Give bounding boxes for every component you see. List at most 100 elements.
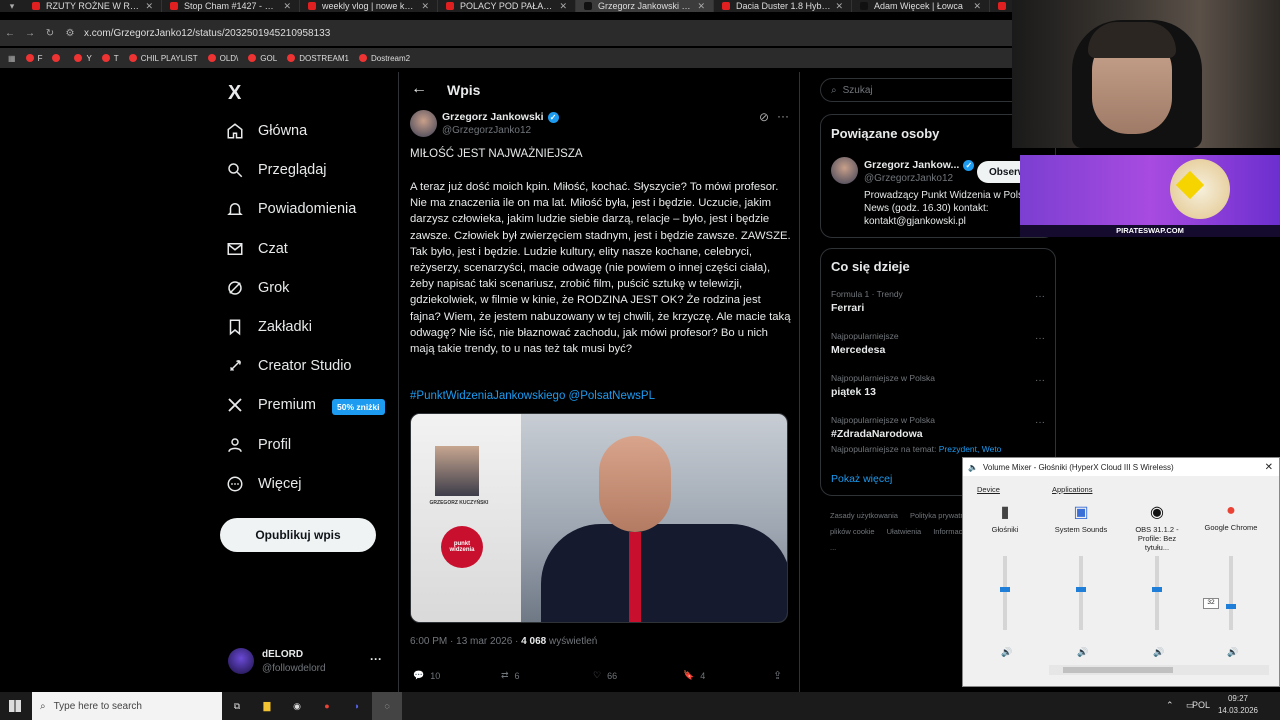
- bookmark-item[interactable]: T: [101, 54, 119, 63]
- tab-close-icon[interactable]: ✕: [145, 1, 153, 12]
- trend-more-icon[interactable]: ···: [1035, 291, 1045, 302]
- taskbar-search-placeholder[interactable]: Type here to search: [54, 701, 142, 712]
- tab-search-icon[interactable]: ▾: [0, 1, 24, 12]
- trend-more-icon[interactable]: ···: [1035, 375, 1045, 386]
- bookmark-action[interactable]: 🔖 4: [683, 670, 705, 681]
- file-explorer-icon[interactable]: ▇: [252, 692, 282, 720]
- browser-tab[interactable]: POLACY POD PAŁACEM! ✕: [438, 0, 576, 12]
- url-field[interactable]: x.com/GrzegorzJanko12/status/20325019452…: [84, 28, 330, 39]
- taskbar-search[interactable]: ⌕ Type here to search: [32, 692, 222, 720]
- related-name-row[interactable]: Grzegorz Jankow... ✓: [864, 159, 975, 171]
- back-arrow-icon[interactable]: ←: [411, 80, 427, 98]
- trend-item[interactable]: Najpopularniejsze w Polska #ZdradaNarodow…: [831, 415, 1047, 454]
- grok-explain-icon[interactable]: ⊘: [759, 110, 769, 124]
- mute-speaker-icon[interactable]: 🔊: [1077, 647, 1088, 658]
- account-avatar[interactable]: [228, 648, 254, 674]
- bookmark-item[interactable]: DOSTREAM1: [287, 54, 349, 63]
- nav-item-4[interactable]: Grok: [226, 279, 289, 297]
- forward-icon[interactable]: →: [20, 28, 40, 39]
- browser-tab[interactable]: Stop Cham #1427 - Niebezpieczne ✕: [162, 0, 300, 12]
- mixer-scrollbar[interactable]: [1049, 665, 1269, 675]
- trend-name[interactable]: Ferrari: [831, 302, 1047, 314]
- trend-item[interactable]: Najpopularniejsze Mercedesa ···: [831, 331, 1047, 356]
- post-more-icon[interactable]: ···: [777, 109, 789, 123]
- scrollbar-thumb[interactable]: [1063, 667, 1173, 673]
- task-view-icon[interactable]: ⧉: [222, 692, 252, 720]
- discord-icon[interactable]: ◗: [342, 692, 372, 720]
- account-more-icon[interactable]: ···: [370, 652, 382, 666]
- related-name[interactable]: Grzegorz Jankow...: [864, 159, 959, 171]
- tray-chevron-icon[interactable]: ⌃: [1166, 700, 1174, 711]
- bookmark-item[interactable]: Dostream2: [358, 54, 410, 63]
- bookmark-item[interactable]: CHIL PLAYLIST: [128, 54, 198, 63]
- tray-date[interactable]: 14.03.2026: [1208, 706, 1268, 715]
- nav-item-3[interactable]: Czat: [226, 240, 288, 258]
- volume-slider-thumb[interactable]: [1226, 604, 1236, 609]
- back-icon[interactable]: ←: [0, 28, 20, 39]
- mute-speaker-icon[interactable]: 🔊: [1153, 647, 1164, 658]
- reply-action[interactable]: 💬 10: [413, 670, 440, 681]
- nav-item-8[interactable]: Profil: [226, 436, 291, 454]
- nav-item-7[interactable]: Premium: [226, 396, 316, 414]
- site-info-icon[interactable]: ⚙: [60, 28, 80, 39]
- post-hashtags[interactable]: #PunktWidzeniaJankowskiego @PolsatNewsPL: [410, 390, 655, 402]
- footer-link[interactable]: Ułatwienia: [887, 527, 922, 536]
- nav-item-2[interactable]: Powiadomienia: [226, 200, 356, 218]
- nav-item-5[interactable]: Zakładki: [226, 318, 312, 336]
- post-button[interactable]: Opublikuj wpis: [220, 518, 376, 552]
- footer-link[interactable]: Zasady użytkowania: [830, 511, 898, 520]
- chrome-icon[interactable]: ●: [312, 692, 342, 720]
- close-icon[interactable]: ✕: [1265, 462, 1273, 473]
- volume-slider[interactable]: [1000, 556, 1010, 630]
- tab-close-icon[interactable]: ✕: [835, 1, 843, 12]
- browser-tab[interactable]: weekly vlog | nowe książki ✕: [300, 0, 438, 12]
- trend-item[interactable]: Najpopularniejsze w Polska piątek 13 ···: [831, 373, 1047, 398]
- trend-name[interactable]: #ZdradaNarodowa: [831, 428, 1047, 440]
- tab-close-icon[interactable]: ✕: [697, 1, 705, 12]
- author-handle[interactable]: @GrzegorzJanko12: [442, 125, 531, 136]
- share-icon[interactable]: ⇪: [773, 669, 782, 682]
- post-video[interactable]: GRZEGORZ KUCZYŃSKI punkt widzenia: [410, 413, 788, 623]
- trend-extra-links[interactable]: Prezydent, Weto: [939, 444, 1002, 454]
- tray-time[interactable]: 09:27: [1208, 694, 1268, 703]
- tab-close-icon[interactable]: ✕: [283, 1, 291, 12]
- author-name[interactable]: Grzegorz Jankowski: [442, 111, 544, 123]
- related-avatar[interactable]: [831, 157, 858, 184]
- volume-slider[interactable]: [1076, 556, 1086, 630]
- tab-close-icon[interactable]: ✕: [973, 1, 981, 12]
- show-more-link[interactable]: Pokaż więcej: [831, 473, 892, 485]
- volume-slider-thumb[interactable]: [1152, 587, 1162, 592]
- reload-icon[interactable]: ↻: [40, 28, 60, 39]
- bookmark-item[interactable]: [52, 54, 64, 62]
- nav-item-1[interactable]: Przeglądaj: [226, 161, 327, 179]
- volume-slider[interactable]: [1152, 556, 1162, 630]
- browser-tab[interactable]: Adam Więcek | Łowca ✕: [852, 0, 990, 12]
- mute-speaker-icon[interactable]: 🔊: [1227, 647, 1238, 658]
- obs-icon[interactable]: ◉: [282, 692, 312, 720]
- x-logo[interactable]: X: [228, 82, 241, 105]
- nav-item-0[interactable]: Główna: [226, 122, 307, 140]
- volume-slider-thumb[interactable]: [1076, 587, 1086, 592]
- repost-action[interactable]: ⇄ 6: [501, 670, 520, 681]
- bookmark-item[interactable]: GOL: [248, 54, 277, 63]
- browser-tab[interactable]: Dacia Duster 1.8 Hybrid ✕: [714, 0, 852, 12]
- author-name-row[interactable]: Grzegorz Jankowski ✓: [442, 111, 559, 123]
- volume-slider-thumb[interactable]: [1000, 587, 1010, 592]
- mute-speaker-icon[interactable]: 🔊: [1001, 647, 1012, 658]
- bookmark-item[interactable]: Y: [74, 54, 92, 63]
- trend-item[interactable]: Formula 1 · Trendy Ferrari ···: [831, 289, 1047, 314]
- trend-name[interactable]: piątek 13: [831, 386, 1047, 398]
- trend-more-icon[interactable]: ···: [1035, 333, 1045, 344]
- trend-name[interactable]: Mercedesa: [831, 344, 1047, 356]
- start-button[interactable]: [9, 700, 21, 712]
- browser-tab[interactable]: Grzegorz Jankowski w X ✕: [576, 0, 714, 12]
- browser-tab[interactable]: RZUTY ROŻNE W ROLI GŁÓWNEJ✕: [24, 0, 162, 12]
- nav-item-9[interactable]: Więcej: [226, 475, 302, 493]
- speaker-mixer-icon[interactable]: ◌: [372, 692, 402, 720]
- post-time[interactable]: 6:00 PM · 13 mar 2026 ·: [410, 636, 521, 647]
- tab-close-icon[interactable]: ✕: [559, 1, 567, 12]
- tab-close-icon[interactable]: ✕: [421, 1, 429, 12]
- search-placeholder[interactable]: Szukaj: [843, 85, 873, 96]
- nav-item-6[interactable]: Creator Studio: [226, 357, 352, 375]
- apps-grid-icon[interactable]: ▦: [8, 54, 16, 63]
